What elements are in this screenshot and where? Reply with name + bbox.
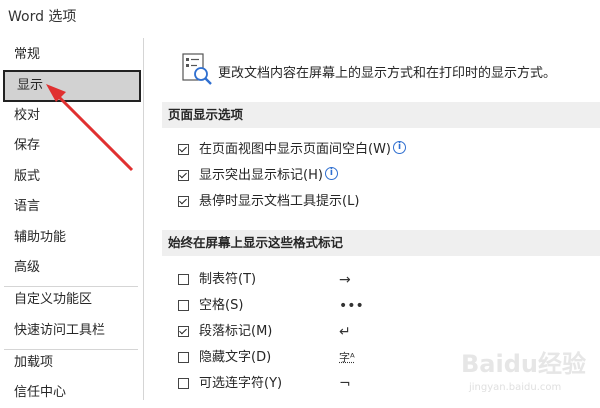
watermark-text: Baidu经验	[461, 350, 586, 378]
watermark-logo-icon: Baidu经验 jingyan.baidu.com	[455, 332, 595, 396]
watermark-subtext: jingyan.baidu.com	[468, 382, 561, 393]
watermark: Baidu经验 jingyan.baidu.com	[455, 332, 595, 396]
